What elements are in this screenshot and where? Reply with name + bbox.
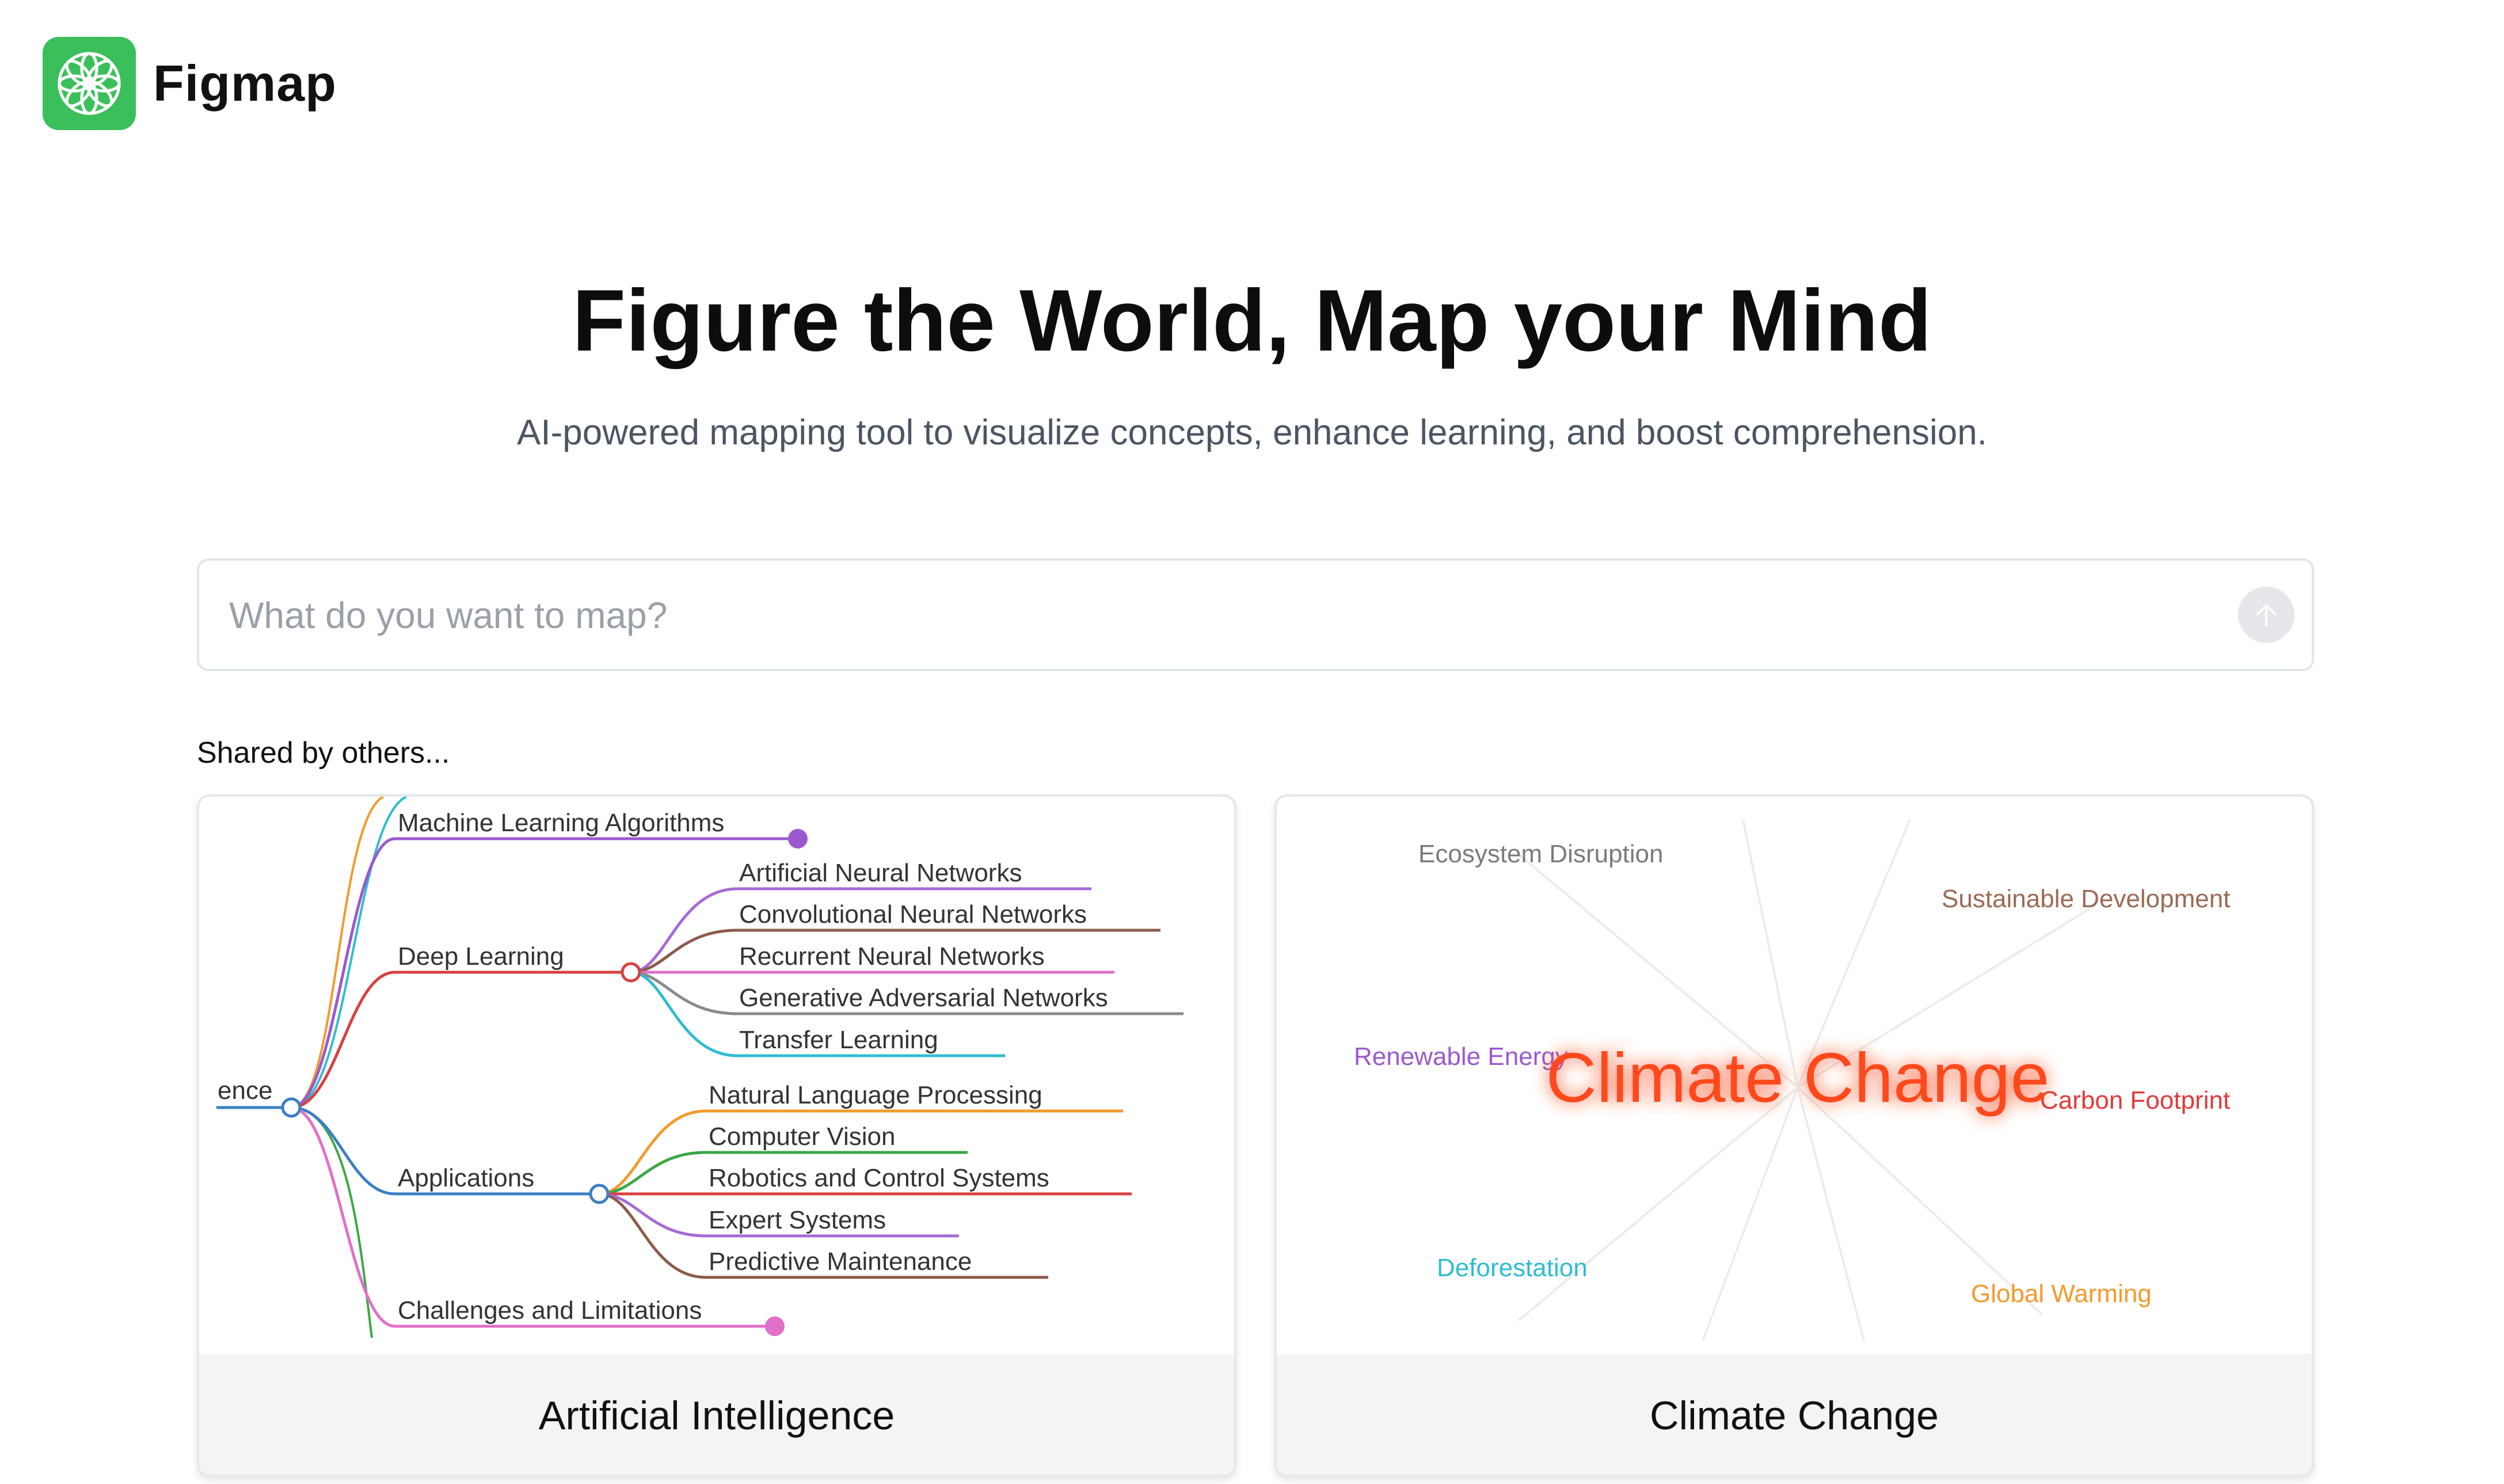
- mindmap-child-label: Generative Adversarial Networks: [739, 984, 1108, 1012]
- mindmap-preview: ence Machine Learning Algorithms Deep Le…: [199, 797, 1234, 1354]
- mindmap-branch-label: Deep Learning: [398, 942, 564, 971]
- wordcloud-term: Global Warming: [1971, 1280, 2152, 1308]
- card-title: Artificial Intelligence: [199, 1354, 1234, 1475]
- mindmap-branch-label: Machine Learning Algorithms: [398, 809, 724, 837]
- brand[interactable]: Figmap: [43, 37, 337, 130]
- shared-section-label: Shared by others...: [197, 736, 450, 770]
- submit-button[interactable]: [2238, 587, 2294, 643]
- arrow-up-icon: [2256, 604, 2277, 627]
- wordcloud-preview: Ecosystem Disruption Sustainable Develop…: [1277, 797, 2312, 1354]
- mindmap-child-label: Transfer Learning: [739, 1026, 938, 1054]
- mindmap-child-label: Natural Language Processing: [709, 1081, 1042, 1109]
- wordcloud-term: Deforestation: [1437, 1254, 1588, 1282]
- map-card-artificial-intelligence[interactable]: ence Machine Learning Algorithms Deep Le…: [197, 794, 1236, 1477]
- mindmap-child-label: Expert Systems: [709, 1206, 886, 1234]
- search-input[interactable]: [228, 561, 2187, 670]
- wordcloud-term: Ecosystem Disruption: [1418, 840, 1663, 868]
- hero-title: Figure the World, Map your Mind: [572, 272, 1932, 370]
- wordcloud-term: Carbon Footprint: [2040, 1086, 2230, 1114]
- wordcloud-center-term: Climate Change: [1546, 1038, 2050, 1117]
- mindmap-branch-label: Challenges and Limitations: [398, 1296, 702, 1325]
- card-title: Climate Change: [1277, 1354, 2312, 1475]
- flower-icon: [43, 37, 136, 130]
- mindmap-branch-label: Applications: [398, 1164, 534, 1192]
- wordcloud-term: Sustainable Development: [1942, 885, 2230, 913]
- mindmap-child-label: Convolutional Neural Networks: [739, 900, 1087, 929]
- mindmap-child-label: Recurrent Neural Networks: [739, 942, 1045, 971]
- mindmap-child-label: Computer Vision: [709, 1122, 895, 1151]
- map-card-climate-change[interactable]: Ecosystem Disruption Sustainable Develop…: [1274, 794, 2314, 1477]
- mindmap-child-label: Robotics and Control Systems: [709, 1164, 1049, 1192]
- mindmap-root-label: ence: [218, 1076, 272, 1105]
- search-box: [197, 558, 2314, 671]
- wordcloud-term: Renewable Energy: [1354, 1042, 1568, 1071]
- mindmap-child-label: Artificial Neural Networks: [739, 859, 1022, 887]
- mindmap-child-label: Predictive Maintenance: [709, 1247, 972, 1276]
- brand-name: Figmap: [153, 55, 337, 112]
- hero-subtitle: AI-powered mapping tool to visualize con…: [517, 413, 1987, 452]
